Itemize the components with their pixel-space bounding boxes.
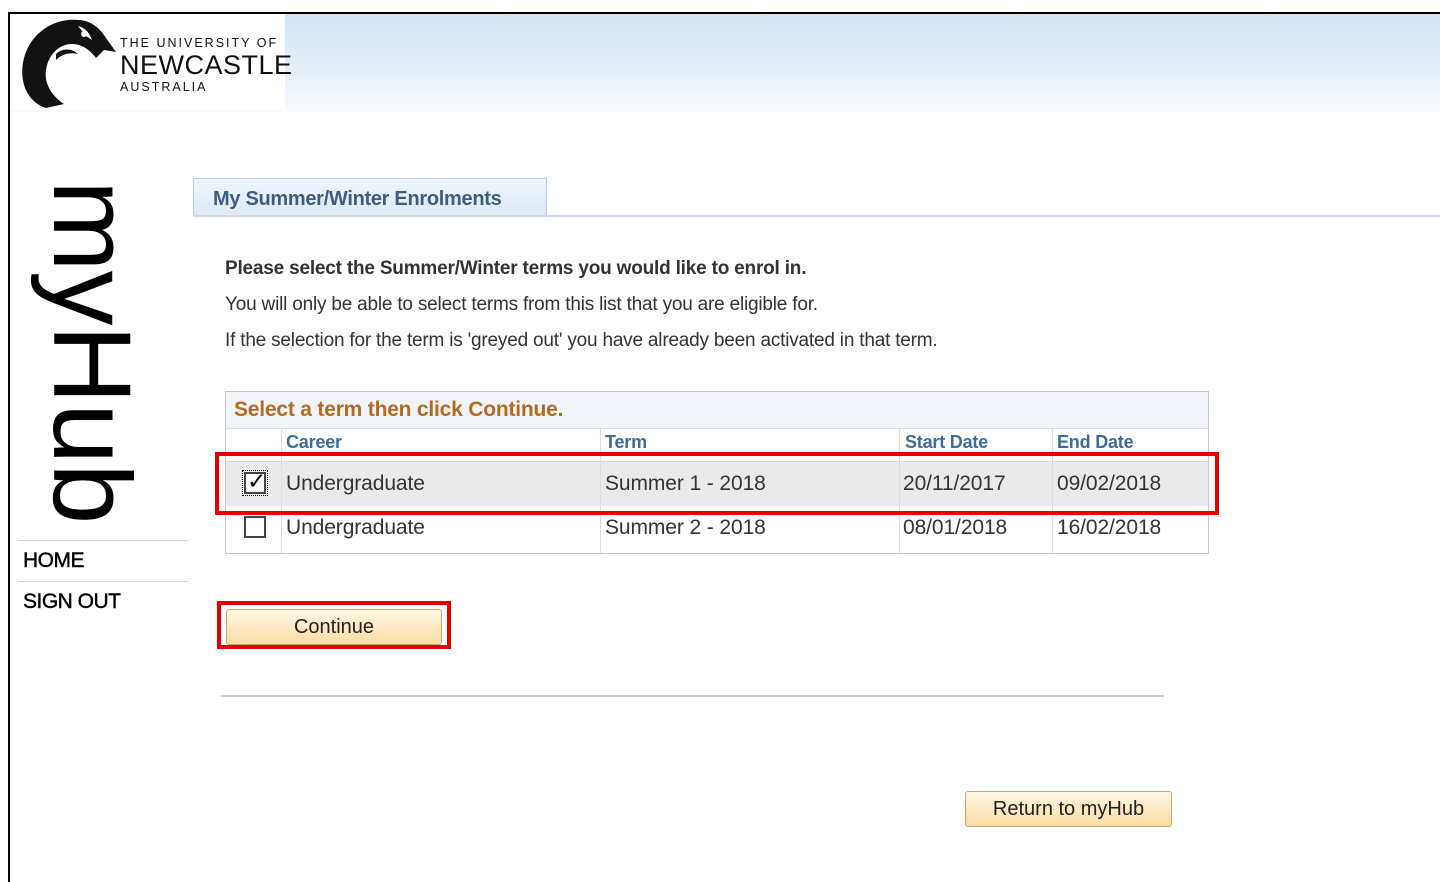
- sidebar-nav: HOME SIGN OUT: [18, 540, 188, 622]
- column-header-term[interactable]: Term: [605, 432, 647, 453]
- instruction-eligibility: You will only be able to select terms fr…: [225, 294, 818, 315]
- term-checkbox[interactable]: [244, 516, 266, 538]
- column-header-end-date[interactable]: End Date: [1057, 432, 1134, 453]
- start-date-cell: 08/01/2018: [903, 516, 1008, 539]
- grid-title: Select a term then click Continue.: [234, 398, 564, 421]
- logo-line-3: AUSTRALIA: [120, 80, 208, 94]
- term-cell: Summer 2 - 2018: [605, 516, 766, 539]
- sidebar-item-home[interactable]: HOME: [18, 540, 188, 581]
- logo-line-2: NEWCASTLE: [120, 50, 293, 80]
- return-to-myhub-button[interactable]: Return to myHub: [965, 791, 1172, 827]
- highlight-selected-row: [215, 452, 1219, 515]
- university-logo[interactable]: THE UNIVERSITY OF NEWCASTLE AUSTRALIA: [10, 14, 292, 110]
- column-header-start-date[interactable]: Start Date: [905, 432, 988, 453]
- column-header-career[interactable]: Career: [286, 432, 342, 453]
- grid-title-bar: Select a term then click Continue.: [226, 392, 1208, 429]
- career-cell: Undergraduate: [286, 516, 425, 539]
- sidebar-item-sign-out[interactable]: SIGN OUT: [18, 581, 188, 622]
- tab-summer-winter-enrolments[interactable]: My Summer/Winter Enrolments: [193, 178, 547, 216]
- divider: [221, 695, 1164, 697]
- tab-underline: [193, 215, 1440, 217]
- end-date-cell: 16/02/2018: [1057, 516, 1162, 539]
- highlight-continue-button: [217, 601, 451, 649]
- logo-line-1: THE UNIVERSITY OF: [120, 36, 279, 50]
- logo-text: THE UNIVERSITY OF NEWCASTLE AUSTRALIA: [120, 36, 293, 94]
- sidebar-brand: myHub: [26, 180, 156, 540]
- instruction-greyed-out: If the selection for the term is 'greyed…: [225, 330, 938, 351]
- tab-label: My Summer/Winter Enrolments: [213, 188, 502, 210]
- instruction-heading: Please select the Summer/Winter terms yo…: [225, 258, 807, 279]
- myhub-vertical-title: myHub: [30, 180, 153, 524]
- seahorse-logo-icon: [22, 19, 116, 108]
